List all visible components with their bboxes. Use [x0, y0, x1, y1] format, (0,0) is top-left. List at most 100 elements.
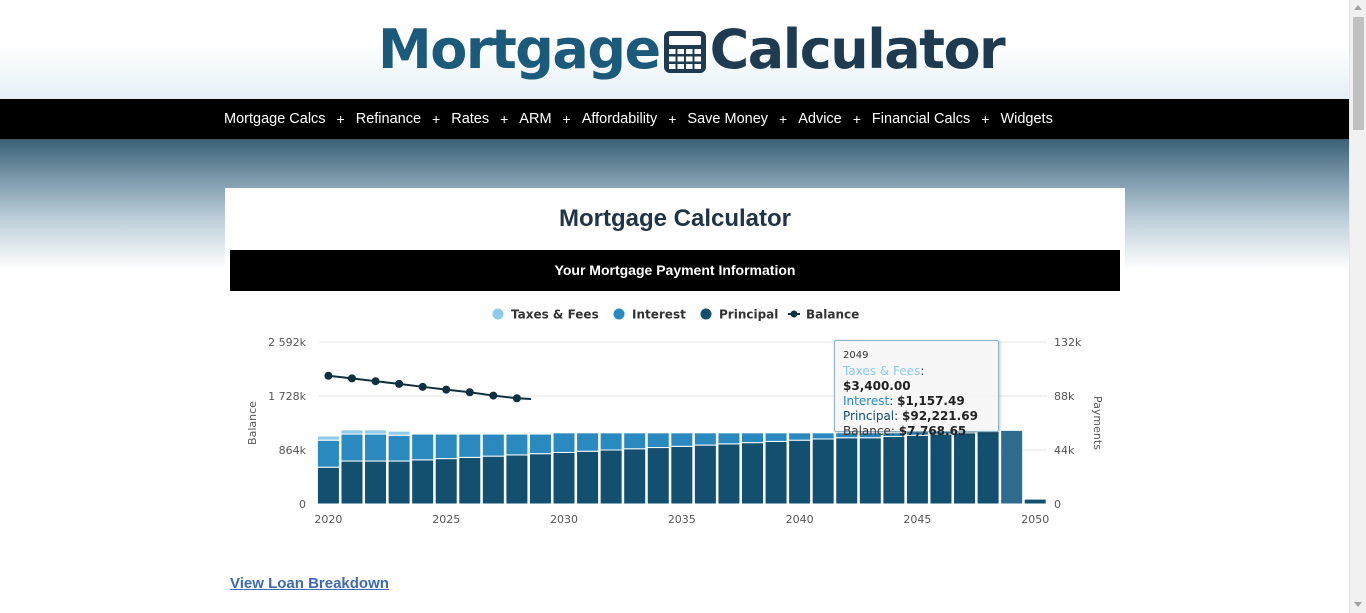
- scroll-up-arrow-icon[interactable]: [1354, 5, 1362, 10]
- view-loan-breakdown-link[interactable]: View Loan Breakdown: [230, 575, 389, 592]
- balance-point-2022: [371, 377, 380, 386]
- bar-interest-2032: [599, 432, 623, 451]
- bar-principal-2037: [717, 443, 741, 505]
- bar-principal-2050: [1023, 498, 1047, 505]
- bar-principal-2030: [552, 451, 576, 505]
- bar-interest-2034: [646, 432, 670, 449]
- nav-item-save-money[interactable]: Save Money: [687, 111, 768, 127]
- bar-principal-2043: [858, 437, 882, 505]
- bar-principal-2044: [882, 436, 906, 505]
- page-scrollbar[interactable]: [1349, 0, 1366, 613]
- bar-principal-2026: [458, 456, 482, 505]
- bar-taxes-2023: [387, 430, 411, 436]
- nav-item-mortgage-calcs[interactable]: Mortgage Calcs: [224, 111, 326, 127]
- x-tick-label: 2025: [432, 513, 460, 526]
- y-left-tick-label: 0: [299, 498, 306, 511]
- bar-interest-2024: [411, 433, 435, 461]
- nav-separator: +: [852, 111, 861, 127]
- x-tick-label: 2050: [1021, 513, 1049, 526]
- balance-point-2023: [395, 379, 404, 388]
- balance-point-2028: [512, 394, 521, 403]
- x-tick-label: 2020: [314, 513, 342, 526]
- bar-interest-2031: [576, 432, 600, 452]
- bar-principal-2036: [693, 444, 717, 505]
- bar-interest-2029: [528, 433, 552, 455]
- bar-principal-2031: [576, 450, 600, 505]
- tooltip-balance-value: $7,768.65: [898, 424, 967, 438]
- y-right-axis-title: Payments: [1091, 396, 1104, 450]
- nav-item-advice[interactable]: Advice: [798, 111, 842, 127]
- scroll-down-arrow-icon[interactable]: [1354, 602, 1362, 607]
- y-left-tick-label: 864k: [279, 444, 307, 457]
- bar-interest-2022: [364, 433, 388, 462]
- bar-principal-2046: [929, 433, 953, 505]
- tooltip-balance-row: Balance: $7,768.65: [843, 424, 967, 438]
- logo-word-calculator: Calculator: [709, 17, 1006, 81]
- nav-item-widgets[interactable]: Widgets: [1000, 111, 1052, 127]
- calculator-icon: [663, 31, 706, 73]
- bar-principal-2047: [953, 432, 977, 505]
- bar-interest-2036: [693, 432, 717, 446]
- y-right-tick-label: 88k: [1054, 390, 1075, 403]
- scrollbar-thumb[interactable]: [1353, 17, 1364, 130]
- nav-item-financial-calcs[interactable]: Financial Calcs: [872, 111, 970, 127]
- legend-label-balance: Balance: [806, 308, 859, 322]
- bar-principal-2022: [364, 460, 388, 505]
- bar-principal-2029: [528, 453, 552, 505]
- x-tick-label: 2045: [903, 513, 931, 526]
- bar-interest-2028: [505, 433, 529, 456]
- nav-item-arm[interactable]: ARM: [519, 111, 551, 127]
- nav-item-affordability[interactable]: Affordability: [582, 111, 658, 127]
- balance-point-2025: [442, 385, 451, 394]
- bar-interest-2033: [623, 432, 647, 450]
- nav-separator: +: [500, 111, 509, 127]
- bar-taxes-2022: [364, 429, 388, 435]
- bar-principal-2048: [976, 431, 1000, 505]
- bar-principal-2028: [505, 454, 529, 505]
- y-left-tick-label: 2 592k: [268, 336, 306, 349]
- nav-item-refinance[interactable]: Refinance: [356, 111, 421, 127]
- site-header: Mortgage Calculator: [0, 0, 1349, 99]
- site-logo[interactable]: Mortgage Calculator: [378, 14, 1006, 84]
- bar-principal-2032: [599, 449, 623, 505]
- bar-principal-2049: [1000, 429, 1024, 505]
- balance-point-2027: [489, 391, 498, 400]
- nav-separator: +: [981, 111, 990, 127]
- tooltip-interest-label: Interest: [843, 394, 890, 408]
- chart-tooltip: 2049 Taxes & Fees: $3,400.00 Interest: $…: [834, 340, 999, 438]
- main-nav: Mortgage Calcs + Refinance + Rates + ARM + Affor…: [0, 99, 1349, 140]
- y-right-tick-label: 44k: [1054, 444, 1075, 457]
- tooltip-year: 2049: [843, 350, 869, 361]
- legend-balance-marker-icon: [790, 310, 798, 318]
- bar-principal-2024: [411, 459, 435, 505]
- bar-interest-2021: [340, 433, 364, 462]
- balance-point-2021: [347, 374, 356, 383]
- nav-separator: +: [779, 111, 788, 127]
- legend-marker-principal: [700, 308, 712, 320]
- tooltip-taxes-row: Taxes & Fees: $3,400.00: [843, 364, 925, 393]
- x-tick-label: 2030: [550, 513, 578, 526]
- bar-principal-2035: [670, 445, 694, 505]
- y-right-tick-label: 0: [1054, 498, 1061, 511]
- tooltip-taxes-label: Taxes & Fees: [843, 364, 921, 378]
- bar-interest-2020: [316, 439, 340, 468]
- nav-item-rates[interactable]: Rates: [451, 111, 489, 127]
- nav-separator: +: [668, 111, 677, 127]
- tooltip-principal-label: Principal: [843, 409, 895, 423]
- bar-principal-2039: [764, 440, 788, 505]
- bar-principal-2042: [835, 437, 859, 505]
- legend-label-interest: Interest: [632, 308, 686, 322]
- x-tick-label: 2040: [786, 513, 814, 526]
- bar-interest-2037: [717, 432, 741, 445]
- balance-point-2020: [324, 371, 333, 380]
- bar-taxes-2020: [316, 435, 340, 441]
- legend-label-taxes-fees: Taxes & Fees: [511, 308, 599, 322]
- bar-principal-2045: [905, 434, 929, 505]
- tooltip-principal-row: Principal: $92,221.69: [843, 409, 978, 423]
- bar-principal-2023: [387, 460, 411, 505]
- bar-taxes-2021: [340, 429, 364, 435]
- tooltip-principal-value: $92,221.69: [902, 409, 978, 423]
- bar-principal-2021: [340, 460, 364, 505]
- bar-interest-2023: [387, 434, 411, 462]
- x-tick-label: 2035: [668, 513, 696, 526]
